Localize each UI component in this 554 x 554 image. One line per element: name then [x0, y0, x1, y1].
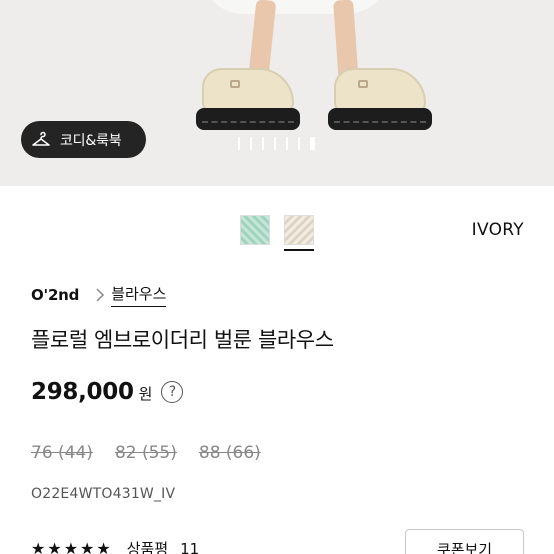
- coordination-lookbook-button[interactable]: 코디&룩북: [21, 121, 146, 158]
- breadcrumb: O'2nd 블라우스: [31, 283, 167, 307]
- carousel-dot-active[interactable]: [310, 137, 315, 150]
- carousel-indicator: [238, 137, 315, 150]
- size-option-soldout[interactable]: 88 (66): [199, 443, 261, 463]
- carousel-dot[interactable]: [250, 137, 252, 150]
- carousel-dot[interactable]: [274, 137, 276, 150]
- product-title: 플로럴 엠브로이더리 벌룬 블라우스: [31, 328, 334, 352]
- carousel-dot[interactable]: [286, 137, 288, 150]
- product-code: O22E4WTO431W_IV: [31, 486, 176, 502]
- size-option-soldout[interactable]: 82 (55): [115, 443, 177, 463]
- selected-color-name: IVORY: [471, 220, 524, 240]
- coupon-view-button[interactable]: 쿠폰보기: [405, 529, 524, 554]
- review-summary[interactable]: ★★★★★ 상품평 11: [31, 538, 199, 554]
- review-label: 상품평: [126, 540, 169, 554]
- carousel-dot[interactable]: [262, 137, 264, 150]
- product-hero-image[interactable]: 코디&룩북: [0, 0, 554, 186]
- dress-hem: [200, 0, 390, 14]
- chevron-right-icon: [96, 288, 105, 302]
- brand-link[interactable]: O'2nd: [31, 286, 79, 304]
- lookbook-label: 코디&룩북: [60, 132, 122, 149]
- price-row: 298,000 원 ?: [31, 379, 184, 405]
- selected-swatch-indicator: [284, 249, 314, 251]
- star-rating-icon: ★★★★★: [31, 539, 113, 554]
- color-swatch-ivory[interactable]: [284, 215, 314, 245]
- currency-label: 원: [138, 385, 153, 403]
- hanger-icon: [32, 131, 50, 146]
- color-swatch-mint[interactable]: [240, 215, 270, 245]
- review-count: 11: [180, 539, 200, 554]
- carousel-dot[interactable]: [238, 137, 240, 150]
- carousel-dot[interactable]: [298, 137, 300, 150]
- question-circle-icon[interactable]: ?: [161, 381, 184, 403]
- size-option-soldout[interactable]: 76 (44): [31, 443, 93, 463]
- size-list: 76 (44) 82 (55) 88 (66): [31, 443, 261, 463]
- left-sandal: [196, 68, 300, 132]
- category-link[interactable]: 블라우스: [111, 283, 167, 307]
- right-sandal: [328, 68, 432, 132]
- product-price: 298,000: [31, 379, 134, 405]
